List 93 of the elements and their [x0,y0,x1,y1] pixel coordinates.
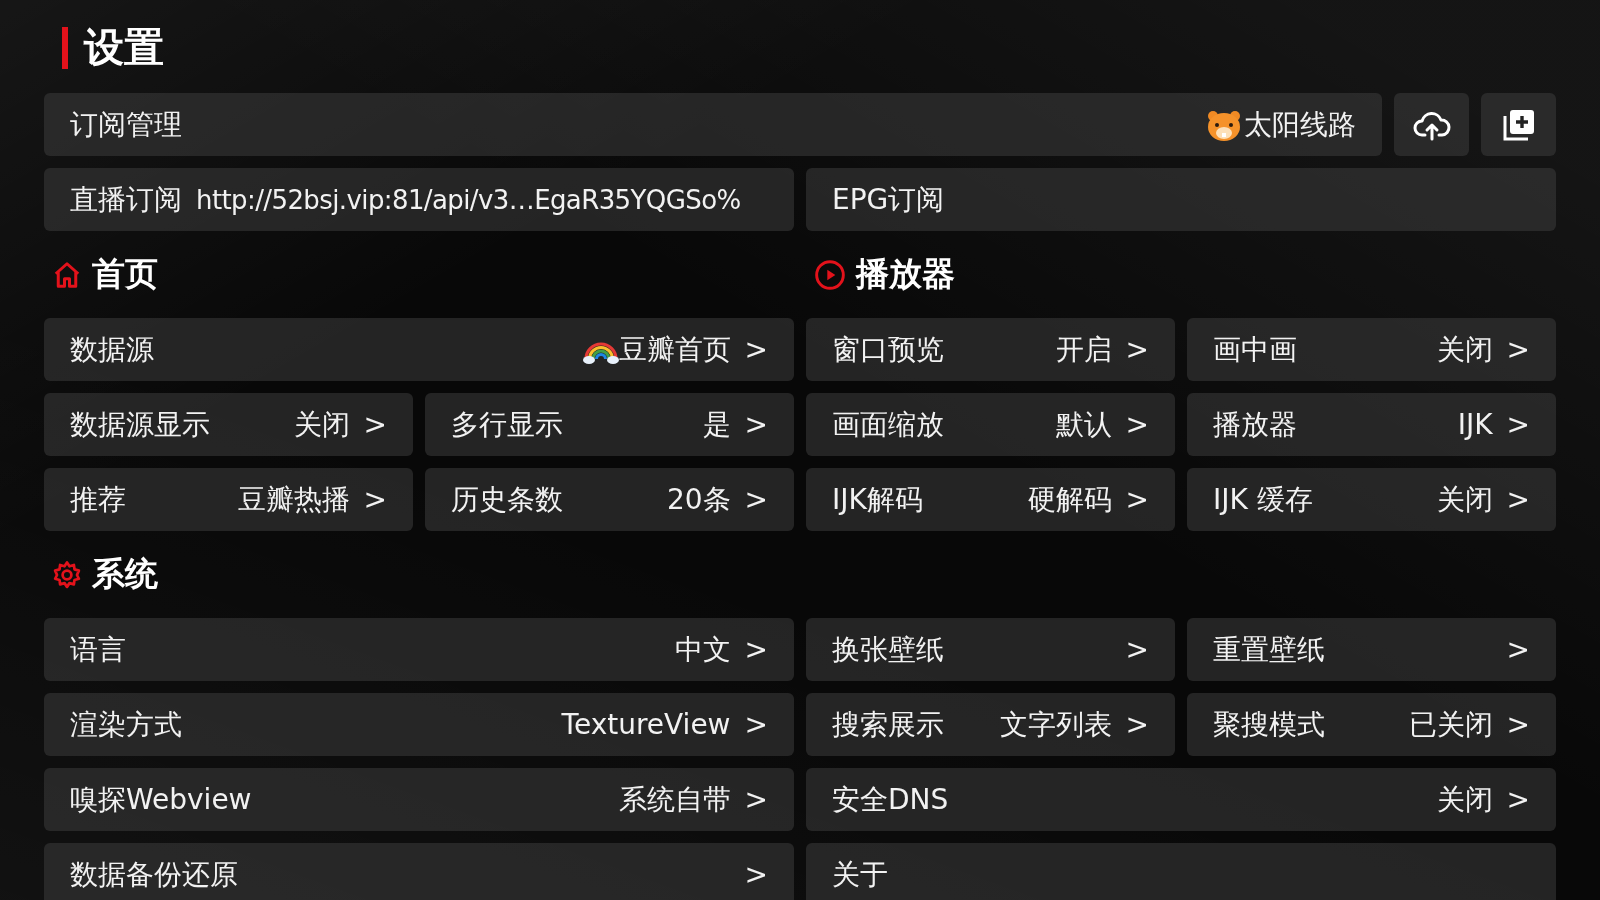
chevron: > [744,408,768,441]
setting-item[interactable]: 画中画 关闭 > [1187,318,1556,381]
setting-label: 数据备份还原 [70,856,238,893]
setting-value: 豆瓣热播 [237,481,350,518]
setting-item[interactable]: 数据源显示 关闭 > [44,393,413,456]
setting-value: 文字列表 [999,706,1112,743]
chevron: > [1506,708,1530,741]
setting-label: 画面缩放 [832,406,944,443]
setting-value: 是 [702,406,731,443]
setting-item[interactable]: 换张壁纸 > [806,618,1175,681]
setting-label: 多行显示 [451,406,563,443]
setting-value: 硬解码 [1027,481,1112,518]
chevron: > [1506,483,1530,516]
setting-item[interactable]: 安全DNS 关闭 > [806,768,1556,831]
chevron: > [1125,408,1149,441]
setting-item[interactable]: 多行显示 是 > [425,393,794,456]
setting-value: IJK [1457,408,1493,441]
setting-label: 重置壁纸 [1213,631,1325,668]
setting-value: 20条 [666,481,731,518]
setting-item[interactable]: 搜索展示 文字列表 > [806,693,1175,756]
chevron: > [744,858,768,891]
setting-value: 关闭 [1436,781,1493,818]
setting-item[interactable]: 关于 [806,843,1556,900]
section-title: 首页 [92,253,158,295]
setting-value: 默认 [1055,406,1112,443]
setting-item[interactable]: 推荐 豆瓣热播 > [44,468,413,531]
setting-item[interactable]: 窗口预览 开启 > [806,318,1175,381]
setting-label: IJK 缓存 [1213,481,1313,518]
chevron: > [744,333,768,366]
chevron: > [1506,408,1530,441]
setting-item[interactable]: 重置壁纸 > [1187,618,1556,681]
section-title: 播放器 [856,253,955,295]
setting-label: 关于 [832,856,888,893]
live-subscription[interactable]: 直播订阅 http://52bsj.vip:81/api/v3…EgaR35YQGSo% [44,168,794,231]
chevron: > [363,408,387,441]
setting-item[interactable]: 语言 中文 > [44,618,794,681]
setting-item[interactable]: 历史条数 20条 > [425,468,794,531]
chevron: > [744,633,768,666]
setting-value: 中文 [674,631,731,668]
setting-label: 渲染方式 [70,706,182,743]
setting-label: 聚搜模式 [1213,706,1325,743]
setting-item[interactable]: 渲染方式 TextureView > [44,693,794,756]
chevron: > [1506,633,1530,666]
setting-item[interactable]: IJK解码 硬解码 > [806,468,1175,531]
setting-item[interactable]: 画面缩放 默认 > [806,393,1175,456]
setting-label: 播放器 [1213,406,1297,443]
source-name: 太阳线路 [1244,106,1356,143]
setting-item[interactable]: 数据备份还原 > [44,843,794,900]
setting-value: 关闭 [1436,481,1493,518]
upload-button[interactable] [1394,93,1469,156]
setting-label: 数据源 [70,331,154,368]
setting-label: 历史条数 [451,481,563,518]
settings-icon [52,559,82,590]
setting-value: 系统自带 [618,781,731,818]
setting-item[interactable]: IJK 缓存 关闭 > [1187,468,1556,531]
setting-label: 推荐 [70,481,126,518]
setting-label: 窗口预览 [832,331,944,368]
setting-label: IJK解码 [832,481,923,518]
chevron: > [1125,708,1149,741]
setting-label: 数据源显示 [70,406,210,443]
setting-value: TextureView [561,708,731,741]
chevron: > [363,483,387,516]
chevron: > [1506,333,1530,366]
chevron: > [1125,483,1149,516]
chevron: > [1125,333,1149,366]
setting-item[interactable]: 数据源 豆瓣首页 > [44,318,794,381]
setting-value: 关闭 [1436,331,1493,368]
setting-label: 搜索展示 [832,706,944,743]
chevron: > [1125,633,1149,666]
setting-item[interactable]: 聚搜模式 已关闭 > [1187,693,1556,756]
chevron: > [744,483,768,516]
section-title: 系统 [92,553,158,595]
setting-label: 嗅探Webview [70,781,252,818]
home-icon [52,259,82,290]
setting-label: 语言 [70,631,126,668]
setting-value: 豆瓣首页 [618,331,731,368]
subscription-manager[interactable]: 订阅管理 太阳线路 [44,93,1382,156]
epg-subscription[interactable]: EPG订阅 [806,168,1556,231]
setting-value: 已关闭 [1408,706,1493,743]
chevron: > [744,783,768,816]
setting-label: 换张壁纸 [832,631,944,668]
setting-label: 画中画 [1213,331,1297,368]
play-icon [814,258,846,291]
page-title: 设置 [84,23,164,72]
setting-label: 安全DNS [832,781,949,818]
setting-value: 开启 [1055,331,1112,368]
chevron: > [1506,783,1530,816]
setting-item[interactable]: 播放器 IJK > [1187,393,1556,456]
add-button[interactable] [1481,93,1556,156]
chevron: > [744,708,768,741]
setting-item[interactable]: 嗅探Webview 系统自带 > [44,768,794,831]
add-copy-icon [1501,107,1536,142]
setting-value: 关闭 [293,406,350,443]
